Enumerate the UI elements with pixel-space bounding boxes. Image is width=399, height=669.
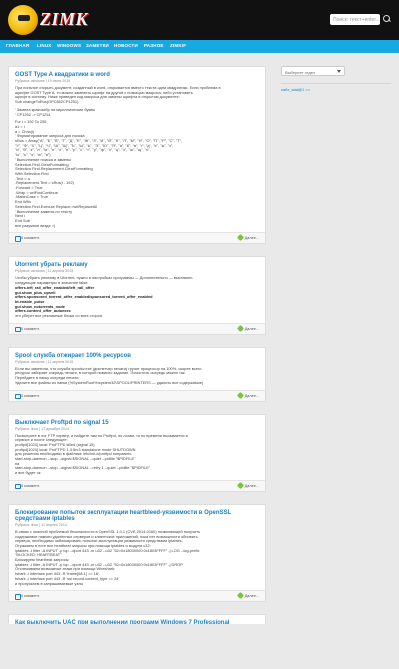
post-card: Выключает Proftpd по signal 15 Рубрика: l… — [8, 413, 266, 492]
post-card: Блокирование попыток эксплуатации heartb… — [8, 503, 266, 603]
comments-link[interactable]: 0 коммент. — [15, 326, 40, 333]
post-body: Utorrent убрать рекламу Рубрика: windows … — [9, 257, 265, 322]
post-body: Блокирование попыток эксплуатации heartb… — [9, 505, 265, 590]
post-title[interactable]: GOST Type A квадратики в word — [15, 72, 259, 78]
search-icon[interactable] — [382, 13, 392, 25]
search-input[interactable]: Поиск: текст+enter... — [330, 14, 380, 25]
post-card: GOST Type A квадратики в word Рубрика: wi… — [8, 66, 266, 245]
nav-item-notes[interactable]: ЗАМЕТКИ — [86, 43, 109, 48]
comments-link[interactable]: 0 коммент. — [15, 483, 40, 490]
post-footer: 0 коммент. Далее... — [9, 389, 265, 401]
comments-link[interactable]: 0 коммент. — [15, 236, 40, 242]
sidebar-divider — [281, 83, 391, 84]
post-footer: 0 коммент. Далее... — [9, 232, 265, 244]
read-more-link[interactable]: Далее... — [238, 484, 259, 488]
post-footer: 0 коммент. Далее... — [9, 322, 265, 334]
sun-logo-icon — [8, 5, 38, 35]
logo-text: ZIMK — [40, 9, 89, 29]
sidebar: Выберите отдел сайт_stat@1 => — [281, 66, 391, 92]
comments-link[interactable]: 0 коммент. — [15, 393, 40, 400]
post-body: GOST Type A квадратики в word Рубрика: wi… — [9, 67, 265, 232]
post-list: GOST Type A квадратики в word Рубрика: wi… — [8, 66, 266, 636]
post-title[interactable]: Как выключить UAC при выполнении програм… — [15, 620, 259, 624]
post-footer: 0 коммент. Далее... — [9, 590, 265, 602]
post-meta: Рубрика: windows | 11 апреля 2015 — [15, 269, 74, 274]
sidebar-stat-link[interactable]: сайт_stat@1 => — [281, 87, 391, 92]
nav-item-zimkif[interactable]: ZIMKIF — [170, 43, 186, 48]
category-select[interactable]: Выберите отдел — [281, 66, 345, 76]
read-more-link[interactable]: Далее... — [238, 394, 259, 398]
post-body: Как выключить UAC при выполнении програм… — [9, 615, 265, 624]
post-title[interactable]: Выключает Proftpd по signal 15 — [15, 420, 259, 426]
post-text-line: и пропускаем в запрашиваемые узлы — [15, 580, 84, 586]
post-meta: Рубрика: linux | 11 апреля 2014 — [15, 522, 67, 527]
post-title[interactable]: Блокирование попыток эксплуатации heartb… — [15, 510, 259, 522]
post-text-line: все разумное везде =) — [15, 222, 56, 228]
post-body: Выключает Proftpd по signal 15 Рубрика: l… — [9, 415, 265, 480]
site-logo[interactable]: ZIMK — [8, 5, 104, 35]
nav-item-news[interactable]: НОВОСТИ — [114, 43, 138, 48]
post-card: Как выключить UAC при выполнении програм… — [8, 614, 266, 625]
post-title[interactable]: Utorrent убрать рекламу — [15, 262, 259, 268]
post-meta: Рубрика: windows | 11 апреля 2015 — [15, 359, 74, 364]
nav-item-windows[interactable]: WINDOWS — [57, 43, 81, 48]
post-title[interactable]: Spool служба отжирает 100% ресурсов — [15, 353, 259, 359]
site-header: ZIMK Поиск: текст+enter... — [0, 0, 399, 40]
read-more-link[interactable]: Далее... — [238, 236, 259, 240]
read-more-link[interactable]: Далее... — [238, 594, 259, 598]
post-body: Spool служба отжирает 100% ресурсов Рубри… — [9, 348, 265, 390]
post-card: Spool служба отжирает 100% ресурсов Рубри… — [8, 346, 266, 402]
post-footer: 0 коммент. Далее... — [9, 479, 265, 491]
nav-item-home[interactable]: ГЛАВНАЯ — [6, 43, 29, 48]
post-text-line: это уберет все рекламные блоки со всех с… — [15, 313, 104, 319]
post-meta: Рубрика: windows | 19 июня 2015 — [15, 79, 71, 83]
read-more-link[interactable]: Далее... — [238, 327, 259, 331]
nav-item-linux[interactable]: LINUX — [37, 43, 52, 48]
post-text-line: и все будет ок — [15, 470, 41, 476]
comments-link[interactable]: 0 коммент. — [15, 594, 40, 600]
post-meta: Рубрика: linux | 17 декабря 2014 — [15, 426, 69, 431]
main-nav: ГЛАВНАЯ LINUX WINDOWS ЗАМЕТКИ НОВОСТИ РА… — [0, 40, 399, 53]
post-text-line: Удалите все файлы из папки (%SystemRoot%… — [15, 379, 204, 385]
nav-item-misc[interactable]: РАЗНОЕ — [144, 43, 164, 48]
post-card: Utorrent убрать рекламу Рубрика: windows … — [8, 256, 266, 335]
